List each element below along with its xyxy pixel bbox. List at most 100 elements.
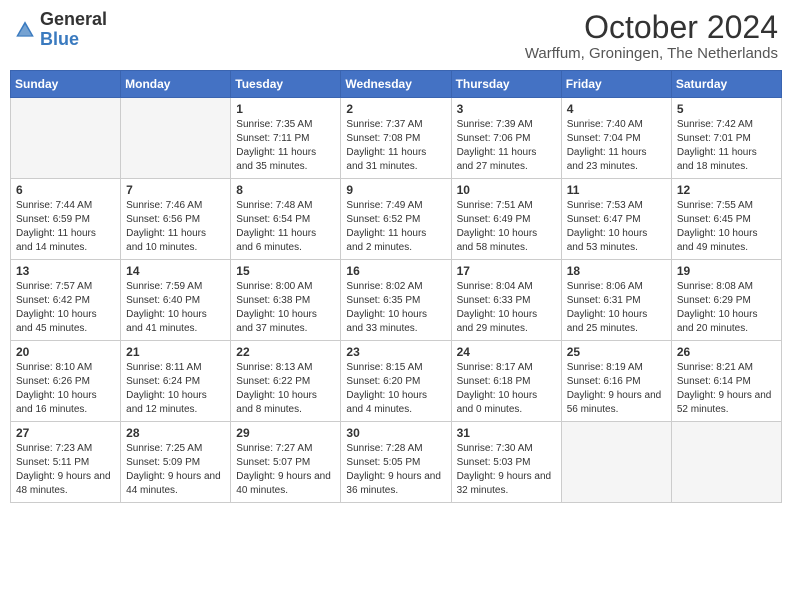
calendar-cell: 1 Sunrise: 7:35 AM Sunset: 7:11 PM Daylig… [231,98,341,179]
day-info: Sunrise: 8:17 AM Sunset: 6:18 PM Dayligh… [457,361,556,417]
calendar-cell: 25 Sunrise: 8:19 AM Sunset: 6:16 PM Dayli… [561,341,671,422]
day-number: 13 [16,264,115,278]
calendar-cell: 31 Sunrise: 7:30 AM Sunset: 5:03 PM Dayli… [451,422,561,503]
day-number: 17 [457,264,556,278]
day-info: Sunrise: 8:10 AM Sunset: 6:26 PM Dayligh… [16,361,115,417]
day-info: Sunrise: 7:51 AM Sunset: 6:49 PM Dayligh… [457,199,556,255]
day-info: Sunrise: 7:39 AM Sunset: 7:06 PM Dayligh… [457,118,556,174]
day-info: Sunrise: 7:57 AM Sunset: 6:42 PM Dayligh… [16,280,115,336]
calendar-day-header: Thursday [451,71,561,98]
calendar-cell: 4Sunrise: 7:40 AM Sunset: 7:04 PM Daylig… [561,98,671,179]
day-number: 31 [457,426,556,440]
calendar-cell: 6 Sunrise: 7:44 AM Sunset: 6:59 PM Daylig… [11,179,121,260]
calendar-cell: 15Sunrise: 8:00 AM Sunset: 6:38 PM Dayli… [231,260,341,341]
month-title: October 2024 [525,10,778,45]
day-info: Sunrise: 7:59 AM Sunset: 6:40 PM Dayligh… [126,280,225,336]
day-number: 4 [567,102,666,116]
calendar-cell: 20 Sunrise: 8:10 AM Sunset: 6:26 PM Dayli… [11,341,121,422]
calendar-cell [121,98,231,179]
day-number: 5 [677,102,776,116]
day-info: Sunrise: 8:04 AM Sunset: 6:33 PM Dayligh… [457,280,556,336]
day-info: Sunrise: 7:35 AM Sunset: 7:11 PM Dayligh… [236,118,335,174]
calendar-cell: 21 Sunrise: 8:11 AM Sunset: 6:24 PM Dayli… [121,341,231,422]
calendar-cell [671,422,781,503]
day-info: Sunrise: 7:27 AM Sunset: 5:07 PM Dayligh… [236,442,335,498]
day-number: 29 [236,426,335,440]
day-info: Sunrise: 8:00 AM Sunset: 6:38 PM Dayligh… [236,280,335,336]
calendar-week-row: 13 Sunrise: 7:57 AM Sunset: 6:42 PM Dayli… [11,260,782,341]
day-info: Sunrise: 7:46 AM Sunset: 6:56 PM Dayligh… [126,199,225,255]
calendar-cell: 27Sunrise: 7:23 AM Sunset: 5:11 PM Dayli… [11,422,121,503]
calendar-cell: 30Sunrise: 7:28 AM Sunset: 5:05 PM Dayli… [341,422,451,503]
day-number: 18 [567,264,666,278]
location-title: Warffum, Groningen, The Netherlands [525,45,778,62]
day-number: 28 [126,426,225,440]
calendar-cell [11,98,121,179]
day-number: 19 [677,264,776,278]
day-info: Sunrise: 8:19 AM Sunset: 6:16 PM Dayligh… [567,361,666,417]
calendar-table: SundayMondayTuesdayWednesdayThursdayFrid… [10,70,782,503]
day-info: Sunrise: 7:28 AM Sunset: 5:05 PM Dayligh… [346,442,445,498]
day-number: 12 [677,183,776,197]
calendar-cell: 11 Sunrise: 7:53 AM Sunset: 6:47 PM Dayli… [561,179,671,260]
day-info: Sunrise: 8:21 AM Sunset: 6:14 PM Dayligh… [677,361,776,417]
day-info: Sunrise: 7:37 AM Sunset: 7:08 PM Dayligh… [346,118,445,174]
calendar-day-header: Wednesday [341,71,451,98]
calendar-week-row: 27Sunrise: 7:23 AM Sunset: 5:11 PM Dayli… [11,422,782,503]
day-number: 27 [16,426,115,440]
day-number: 3 [457,102,556,116]
logo-icon [14,19,36,41]
day-number: 20 [16,345,115,359]
day-number: 21 [126,345,225,359]
calendar-cell: 22 Sunrise: 8:13 AM Sunset: 6:22 PM Dayli… [231,341,341,422]
day-info: Sunrise: 8:13 AM Sunset: 6:22 PM Dayligh… [236,361,335,417]
day-number: 7 [126,183,225,197]
calendar-cell: 28 Sunrise: 7:25 AM Sunset: 5:09 PM Dayli… [121,422,231,503]
day-info: Sunrise: 7:49 AM Sunset: 6:52 PM Dayligh… [346,199,445,255]
calendar-cell: 8 Sunrise: 7:48 AM Sunset: 6:54 PM Daylig… [231,179,341,260]
calendar-cell: 26 Sunrise: 8:21 AM Sunset: 6:14 PM Dayli… [671,341,781,422]
calendar-day-header: Saturday [671,71,781,98]
day-info: Sunrise: 8:02 AM Sunset: 6:35 PM Dayligh… [346,280,445,336]
day-info: Sunrise: 8:11 AM Sunset: 6:24 PM Dayligh… [126,361,225,417]
day-number: 24 [457,345,556,359]
calendar-day-header: Monday [121,71,231,98]
day-info: Sunrise: 8:08 AM Sunset: 6:29 PM Dayligh… [677,280,776,336]
calendar-cell: 19 Sunrise: 8:08 AM Sunset: 6:29 PM Dayli… [671,260,781,341]
calendar-cell: 2Sunrise: 7:37 AM Sunset: 7:08 PM Daylig… [341,98,451,179]
day-number: 23 [346,345,445,359]
logo-general-text: General Blue [40,10,107,50]
calendar-cell [561,422,671,503]
day-info: Sunrise: 7:30 AM Sunset: 5:03 PM Dayligh… [457,442,556,498]
day-number: 14 [126,264,225,278]
calendar-cell: 12 Sunrise: 7:55 AM Sunset: 6:45 PM Dayli… [671,179,781,260]
day-info: Sunrise: 7:55 AM Sunset: 6:45 PM Dayligh… [677,199,776,255]
day-info: Sunrise: 7:44 AM Sunset: 6:59 PM Dayligh… [16,199,115,255]
day-info: Sunrise: 7:53 AM Sunset: 6:47 PM Dayligh… [567,199,666,255]
calendar-cell: 18Sunrise: 8:06 AM Sunset: 6:31 PM Dayli… [561,260,671,341]
calendar-day-header: Tuesday [231,71,341,98]
day-number: 8 [236,183,335,197]
day-number: 1 [236,102,335,116]
logo: General Blue [14,10,107,50]
day-number: 22 [236,345,335,359]
day-number: 11 [567,183,666,197]
day-number: 6 [16,183,115,197]
calendar-day-header: Sunday [11,71,121,98]
day-info: Sunrise: 7:25 AM Sunset: 5:09 PM Dayligh… [126,442,225,498]
calendar-week-row: 20 Sunrise: 8:10 AM Sunset: 6:26 PM Dayli… [11,341,782,422]
day-number: 25 [567,345,666,359]
calendar-week-row: 1 Sunrise: 7:35 AM Sunset: 7:11 PM Daylig… [11,98,782,179]
calendar-cell: 14 Sunrise: 7:59 AM Sunset: 6:40 PM Dayli… [121,260,231,341]
day-number: 26 [677,345,776,359]
calendar-week-row: 6 Sunrise: 7:44 AM Sunset: 6:59 PM Daylig… [11,179,782,260]
calendar-cell: 29 Sunrise: 7:27 AM Sunset: 5:07 PM Dayli… [231,422,341,503]
page-header: General Blue October 2024 Warffum, Groni… [10,10,782,62]
calendar-cell: 7 Sunrise: 7:46 AM Sunset: 6:56 PM Daylig… [121,179,231,260]
day-number: 9 [346,183,445,197]
calendar-cell: 9 Sunrise: 7:49 AM Sunset: 6:52 PM Daylig… [341,179,451,260]
calendar-cell: 13 Sunrise: 7:57 AM Sunset: 6:42 PM Dayli… [11,260,121,341]
calendar-cell: 23Sunrise: 8:15 AM Sunset: 6:20 PM Dayli… [341,341,451,422]
day-info: Sunrise: 7:48 AM Sunset: 6:54 PM Dayligh… [236,199,335,255]
calendar-day-header: Friday [561,71,671,98]
